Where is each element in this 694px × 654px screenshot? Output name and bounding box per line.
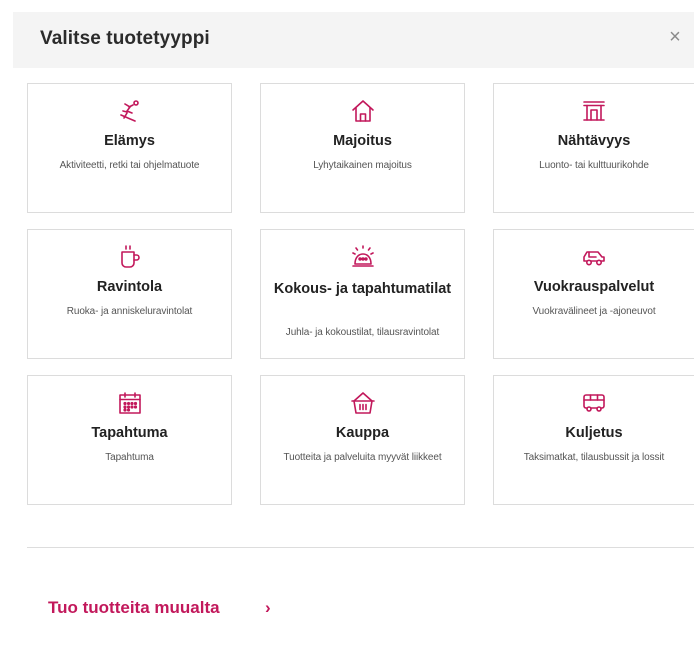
shopping-basket-icon	[350, 390, 376, 416]
card-description: Juhla- ja kokoustilat, tilausravintolat	[285, 327, 440, 338]
skier-icon	[117, 98, 143, 124]
card-description: Luonto- tai kulttuurikohde	[539, 160, 649, 171]
product-type-modal: Valitse tuotetyyppi × Elämys Aktiviteett…	[0, 0, 694, 654]
modal-header: Valitse tuotetyyppi ×	[13, 12, 694, 68]
modal-title: Valitse tuotetyyppi	[40, 28, 210, 49]
cup-icon	[117, 244, 143, 270]
bus-icon	[581, 390, 607, 416]
card-ravintola[interactable]: Ravintola Ruoka- ja anniskeluravintolat	[27, 229, 232, 359]
house-icon	[350, 98, 376, 124]
close-icon[interactable]: ×	[666, 26, 684, 48]
card-name: Kauppa	[335, 425, 390, 441]
card-description: Tapahtuma	[105, 452, 154, 463]
card-majoitus[interactable]: Majoitus Lyhytaikainen majoitus	[260, 83, 465, 213]
card-name: Tapahtuma	[91, 425, 168, 441]
conference-phone-icon	[350, 244, 376, 270]
card-kuljetus[interactable]: Kuljetus Taksimatkat, tilausbussit ja lo…	[493, 375, 694, 505]
calendar-icon	[117, 390, 143, 416]
card-name: Kokous- ja tapahtumatilat	[273, 281, 452, 297]
card-description: Vuokravälineet ja -ajoneuvot	[532, 306, 656, 317]
card-name: Nähtävyys	[557, 133, 631, 149]
card-description: Ruoka- ja anniskeluravintolat	[66, 306, 193, 317]
card-description: Aktiviteetti, retki tai ohjelmatuote	[59, 160, 200, 171]
card-name: Majoitus	[333, 133, 392, 149]
import-products-link[interactable]: Tuo tuotteita muualta	[48, 598, 220, 618]
card-tapahtuma[interactable]: Tapahtuma Tapahtuma	[27, 375, 232, 505]
card-description: Tuotteita ja palveluita myyvät liikkeet	[283, 452, 442, 463]
chevron-right-icon[interactable]: ›	[265, 598, 271, 618]
card-kauppa[interactable]: Kauppa Tuotteita ja palveluita myyvät li…	[260, 375, 465, 505]
card-name: Elämys	[104, 133, 155, 149]
card-name: Kuljetus	[565, 425, 623, 441]
card-description: Taksimatkat, tilausbussit ja lossit	[523, 452, 665, 463]
card-vuokrauspalvelut[interactable]: Vuokrauspalvelut Vuokravälineet ja -ajon…	[493, 229, 694, 359]
card-description: Lyhytaikainen majoitus	[313, 160, 412, 171]
card-name: Vuokrauspalvelut	[533, 279, 655, 295]
gate-icon	[581, 98, 607, 124]
divider	[27, 547, 694, 548]
card-name: Ravintola	[96, 279, 163, 295]
card-nahtavyys[interactable]: Nähtävyys Luonto- tai kulttuurikohde	[493, 83, 694, 213]
card-kokous-ja-tapahtumatilat[interactable]: Kokous- ja tapahtumatilat Juhla- ja koko…	[260, 229, 465, 359]
card-elamys[interactable]: Elämys Aktiviteetti, retki tai ohjelmatu…	[27, 83, 232, 213]
car-icon	[581, 244, 607, 270]
